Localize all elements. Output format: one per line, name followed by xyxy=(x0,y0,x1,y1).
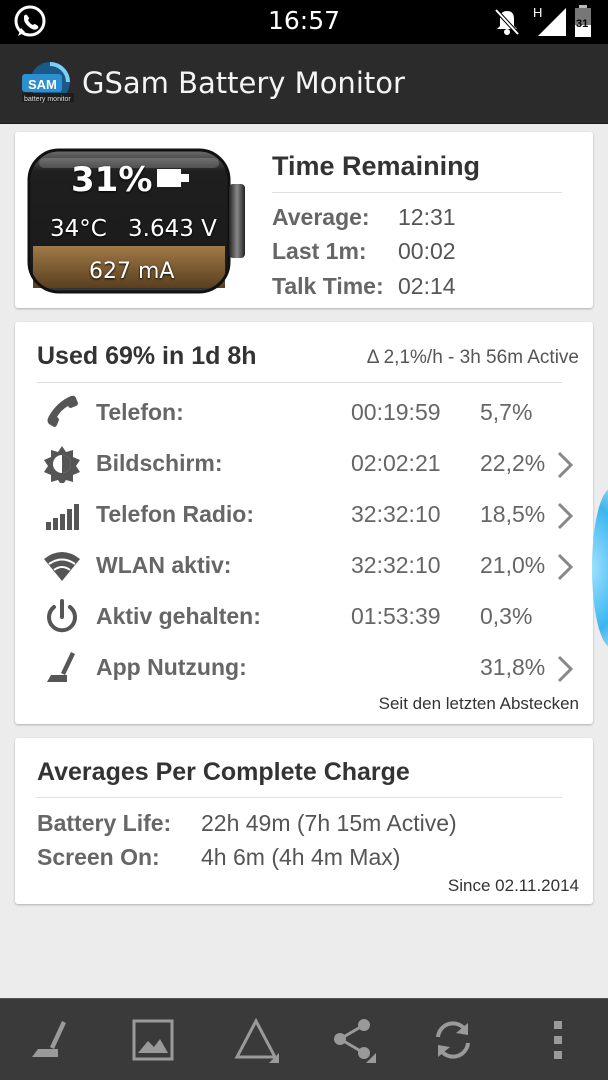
usage-row-wlan[interactable]: WLAN aktiv: 32:32:10 21,0% xyxy=(15,542,593,592)
usage-footer: Seit den letzten Abstecken xyxy=(378,694,579,713)
battery-life-label: Battery Life: xyxy=(37,810,172,836)
phone-icon xyxy=(47,395,78,427)
usage-row-label: Aktiv gehalten: xyxy=(96,603,261,629)
usage-title: Used 69% in 1d 8h xyxy=(37,342,257,370)
last-1m-label: Last 1m: xyxy=(272,238,367,264)
average-label: Average: xyxy=(272,204,370,230)
usage-row-bildschirm[interactable]: Bildschirm: 02:02:21 22,2% xyxy=(15,440,593,490)
usage-row-telefon-radio[interactable]: Telefon Radio: 32:32:10 18,5% xyxy=(15,491,593,541)
usage-row-duration: 32:32:10 xyxy=(351,552,441,578)
triangle-icon[interactable] xyxy=(233,1017,279,1063)
divider xyxy=(37,797,562,798)
app-usage-icon xyxy=(47,652,75,682)
usage-row-duration: 01:53:39 xyxy=(351,603,441,629)
usage-rate: Δ 2,1%/h - 3h 56m Active xyxy=(366,347,579,368)
usage-row-label: WLAN aktiv: xyxy=(96,552,232,578)
battery-level-label: 31 xyxy=(576,18,589,30)
share-icon[interactable] xyxy=(330,1017,376,1063)
app-logo: SAM battery monitor xyxy=(22,62,74,103)
usage-row-percent: 18,5% xyxy=(480,501,546,527)
status-bar: 16:57 H 31 xyxy=(0,0,608,44)
last-1m-value: 00:02 xyxy=(398,238,456,264)
usage-row-app-nutzung[interactable]: App Nutzung: 31,8% xyxy=(15,644,593,694)
notifications-off-icon xyxy=(494,8,520,36)
usage-row-duration: 32:32:10 xyxy=(351,501,441,527)
averages-card: Averages Per Complete Charge Battery Lif… xyxy=(15,738,593,904)
power-icon xyxy=(47,599,77,633)
talk-time-label: Talk Time: xyxy=(272,273,384,299)
logo-subtext: battery monitor xyxy=(24,96,71,103)
battery-current: 627 mA xyxy=(89,259,175,284)
chevron-right-icon[interactable] xyxy=(555,654,575,684)
time-remaining-title: Time Remaining xyxy=(272,151,481,181)
usage-row-percent: 31,8% xyxy=(480,654,546,680)
usage-row-duration: 02:02:21 xyxy=(351,450,441,476)
screen-on-label: Screen On: xyxy=(37,844,160,870)
usage-row-label: Telefon: xyxy=(96,399,184,425)
refresh-icon[interactable] xyxy=(430,1017,476,1063)
averages-title: Averages Per Complete Charge xyxy=(37,758,410,786)
chevron-right-icon[interactable] xyxy=(555,450,575,480)
battery-temperature: 34°C xyxy=(50,216,107,242)
usage-row-aktiv-gehalten[interactable]: Aktiv gehalten: 01:53:39 0,3% xyxy=(15,593,593,643)
action-bar: SAM battery monitor GSam Battery Monitor xyxy=(0,44,608,124)
battery-voltage: 3.643 V xyxy=(128,216,217,242)
bottom-toolbar xyxy=(0,998,608,1080)
chevron-right-icon[interactable] xyxy=(555,552,575,582)
battery-life-value: 22h 49m (7h 15m Active) xyxy=(201,810,457,836)
app-title: GSam Battery Monitor xyxy=(82,66,405,100)
cell-signal-icon xyxy=(538,8,566,36)
picture-icon[interactable] xyxy=(130,1017,176,1063)
usage-row-percent: 5,7% xyxy=(480,399,533,425)
divider xyxy=(272,192,562,193)
usage-row-label: App Nutzung: xyxy=(96,654,247,680)
averages-footer: Since 02.11.2014 xyxy=(447,876,579,895)
overflow-menu-icon[interactable] xyxy=(535,1017,581,1063)
divider xyxy=(37,382,562,383)
usage-row-percent: 21,0% xyxy=(480,552,546,578)
usage-row-percent: 22,2% xyxy=(480,450,546,476)
edge-swipe-indicator[interactable] xyxy=(592,488,608,648)
chevron-right-icon[interactable] xyxy=(555,501,575,531)
screen-on-value: 4h 6m (4h 4m Max) xyxy=(201,844,401,870)
wifi-icon xyxy=(44,552,80,581)
signal-bars-icon xyxy=(46,504,79,530)
usage-row-duration: 00:19:59 xyxy=(351,399,441,425)
usage-card: Used 69% in 1d 8h Δ 2,1%/h - 3h 56m Acti… xyxy=(15,322,593,724)
usage-row-label: Telefon Radio: xyxy=(96,501,255,527)
app-usage-icon[interactable] xyxy=(28,1017,74,1063)
average-value: 12:31 xyxy=(398,204,456,230)
battery-percent: 31% xyxy=(71,160,153,200)
usage-row-label: Bildschirm: xyxy=(96,450,223,476)
usage-row-percent: 0,3% xyxy=(480,603,533,629)
brightness-icon xyxy=(44,446,80,483)
talk-time-value: 02:14 xyxy=(398,273,456,299)
battery-status-card[interactable]: 31% 34°C 3.643 V 627 mA Time Remaining A… xyxy=(15,132,593,308)
usage-row-telefon[interactable]: Telefon: 00:19:59 5,7% xyxy=(15,389,593,439)
logo-text: SAM xyxy=(28,77,57,92)
